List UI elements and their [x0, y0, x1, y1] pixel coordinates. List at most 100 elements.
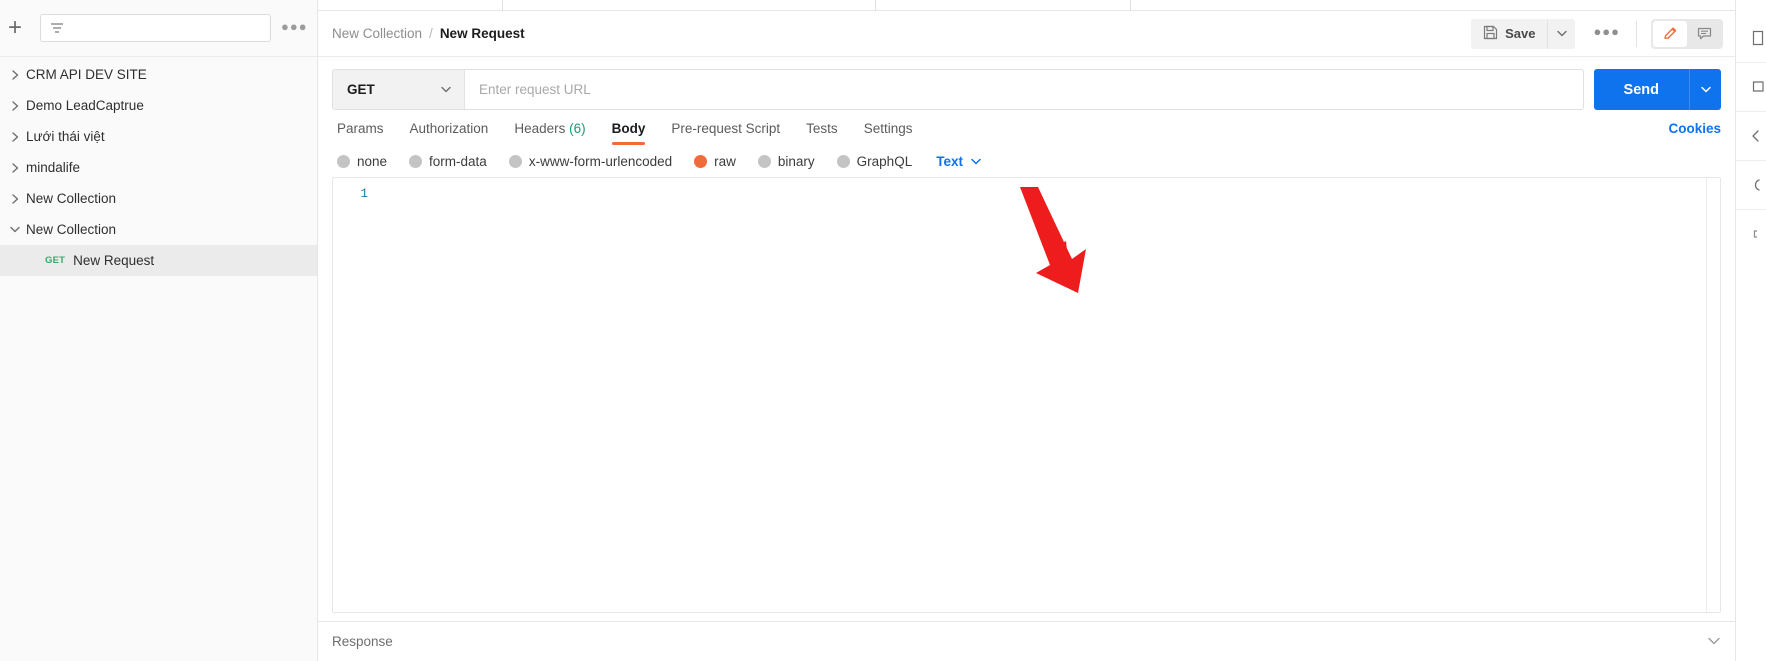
- request-method-badge: GET: [45, 255, 66, 266]
- header-actions: Save ●●●: [1471, 18, 1723, 49]
- body-type-label: binary: [777, 154, 815, 169]
- radio-icon: [757, 155, 771, 168]
- collection-label: Demo LeadCaptrue: [26, 98, 144, 113]
- collection-label: New Collection: [26, 222, 117, 237]
- radio-icon: [508, 155, 522, 168]
- request-pane: New Collection / New Request Save ●●● GE…: [318, 0, 1735, 661]
- send-button[interactable]: Send: [1593, 69, 1689, 110]
- request-tabs: Params Authorization Headers (6) Body Pr…: [318, 121, 1735, 145]
- radio-icon: [409, 155, 423, 168]
- code-icon: [1752, 130, 1759, 142]
- collection-label: CRM API DEV SITE: [26, 67, 147, 82]
- radio-icon: [337, 155, 350, 168]
- tab-label: Headers: [514, 121, 566, 136]
- request-header: New Collection / New Request Save ●●●: [318, 11, 1735, 57]
- tab-settings[interactable]: Settings: [851, 121, 926, 145]
- comment-button[interactable]: [1687, 21, 1721, 47]
- sidebar-filter-input[interactable]: [40, 14, 271, 42]
- rail-item-code[interactable]: [1736, 112, 1766, 160]
- collection-label: New Collection: [26, 191, 117, 206]
- info-circle-icon: [1754, 179, 1760, 191]
- request-more-button[interactable]: ●●●: [1575, 24, 1636, 44]
- tab-authorization[interactable]: Authorization: [397, 121, 502, 145]
- body-format-value: Text: [936, 154, 963, 169]
- sidebar-more-button[interactable]: ●●●: [281, 19, 307, 38]
- open-tab[interactable]: [876, 0, 1131, 11]
- rail-item-related[interactable]: [1736, 210, 1766, 258]
- tab-params[interactable]: Params: [332, 121, 397, 145]
- body-type-graphql[interactable]: GraphQL: [836, 154, 935, 169]
- tab-tests[interactable]: Tests: [793, 121, 851, 145]
- chevron-down-icon: [440, 82, 452, 97]
- url-row: GET Send: [318, 57, 1735, 110]
- rail-item-comments[interactable]: [1736, 63, 1766, 111]
- body-type-x-www-form-urlencoded[interactable]: x-www-form-urlencoded: [508, 154, 694, 169]
- comment-box-icon: [1752, 81, 1764, 92]
- filter-icon: [49, 21, 65, 35]
- save-options-button[interactable]: [1547, 18, 1576, 49]
- chevron-down-icon: [1700, 86, 1711, 93]
- chevron-down-icon: [1557, 30, 1567, 37]
- rail-item-info[interactable]: [1736, 161, 1766, 209]
- editor-scrollbar[interactable]: [1706, 178, 1720, 612]
- collection-item-mindalife[interactable]: mindalife: [0, 152, 317, 183]
- request-name-label: New Request: [73, 253, 155, 268]
- radio-icon: [836, 155, 850, 168]
- sidebar-toolbar: + ●●●: [0, 0, 317, 57]
- body-type-none[interactable]: none: [332, 154, 409, 169]
- body-type-label: form-data: [429, 154, 487, 169]
- response-section[interactable]: Response: [318, 621, 1735, 661]
- open-tab[interactable]: [318, 0, 503, 11]
- tab-label: Body: [611, 121, 646, 136]
- chevron-right-icon: [4, 162, 26, 174]
- body-editor[interactable]: 1: [332, 177, 1721, 613]
- chevron-right-icon: [4, 193, 26, 205]
- new-item-button[interactable]: +: [0, 16, 30, 40]
- method-select[interactable]: GET: [333, 70, 465, 109]
- collection-label: mindalife: [26, 160, 81, 175]
- chevron-down-icon: [970, 154, 982, 169]
- tab-body[interactable]: Body: [599, 121, 659, 145]
- body-type-form-data[interactable]: form-data: [409, 154, 509, 169]
- collection-item-new-collection-2[interactable]: New Collection: [0, 214, 317, 245]
- body-type-label: x-www-form-urlencoded: [528, 154, 673, 169]
- body-type-options: none form-data x-www-form-urlencoded raw…: [318, 154, 1735, 169]
- tab-headers[interactable]: Headers (6): [501, 121, 598, 145]
- save-button[interactable]: Save: [1471, 18, 1548, 49]
- body-type-raw[interactable]: raw: [694, 154, 758, 169]
- save-icon: [1483, 25, 1498, 43]
- body-format-select[interactable]: Text: [936, 154, 982, 169]
- response-label: Response: [332, 634, 393, 649]
- collection-item-demo-leadcaptrue[interactable]: Demo LeadCaptrue: [0, 90, 317, 121]
- tab-pre-request-script[interactable]: Pre-request Script: [658, 121, 793, 145]
- breadcrumb: New Collection / New Request: [332, 26, 525, 41]
- tab-label: Authorization: [409, 121, 489, 136]
- radio-icon-selected: [694, 155, 708, 168]
- response-collapse-button[interactable]: [1707, 634, 1721, 649]
- body-type-label: raw: [714, 154, 736, 169]
- chevron-right-icon: [4, 69, 26, 81]
- pencil-icon: [1663, 27, 1676, 39]
- url-input[interactable]: [465, 70, 1583, 109]
- collection-item-crm-api-dev-site[interactable]: CRM API DEV SITE: [0, 59, 317, 90]
- headers-count: (6): [569, 121, 586, 136]
- divider: [1636, 20, 1637, 47]
- cookies-link[interactable]: Cookies: [1668, 121, 1721, 145]
- breadcrumb-request: New Request: [439, 26, 525, 41]
- chevron-right-icon: [4, 131, 26, 143]
- body-type-binary[interactable]: binary: [757, 154, 837, 169]
- sidebar-request-new-request[interactable]: GET New Request: [0, 245, 317, 276]
- rail-item-documentation[interactable]: [1736, 14, 1766, 62]
- collection-label: Lưới thái việt: [26, 129, 105, 144]
- editor-content[interactable]: [377, 178, 1706, 612]
- send-options-button[interactable]: [1689, 69, 1721, 110]
- collection-item-new-collection-1[interactable]: New Collection: [0, 183, 317, 214]
- open-tab[interactable]: [503, 0, 876, 11]
- view-toggle-group: [1651, 18, 1723, 49]
- breadcrumb-collection[interactable]: New Collection: [332, 26, 422, 41]
- breadcrumb-separator: /: [429, 26, 433, 41]
- body-type-label: none: [357, 154, 388, 169]
- collection-list: CRM API DEV SITE Demo LeadCaptrue Lưới t…: [0, 57, 317, 661]
- collection-item-luoi-thai-viet[interactable]: Lưới thái việt: [0, 121, 317, 152]
- edit-mode-button[interactable]: [1653, 20, 1687, 47]
